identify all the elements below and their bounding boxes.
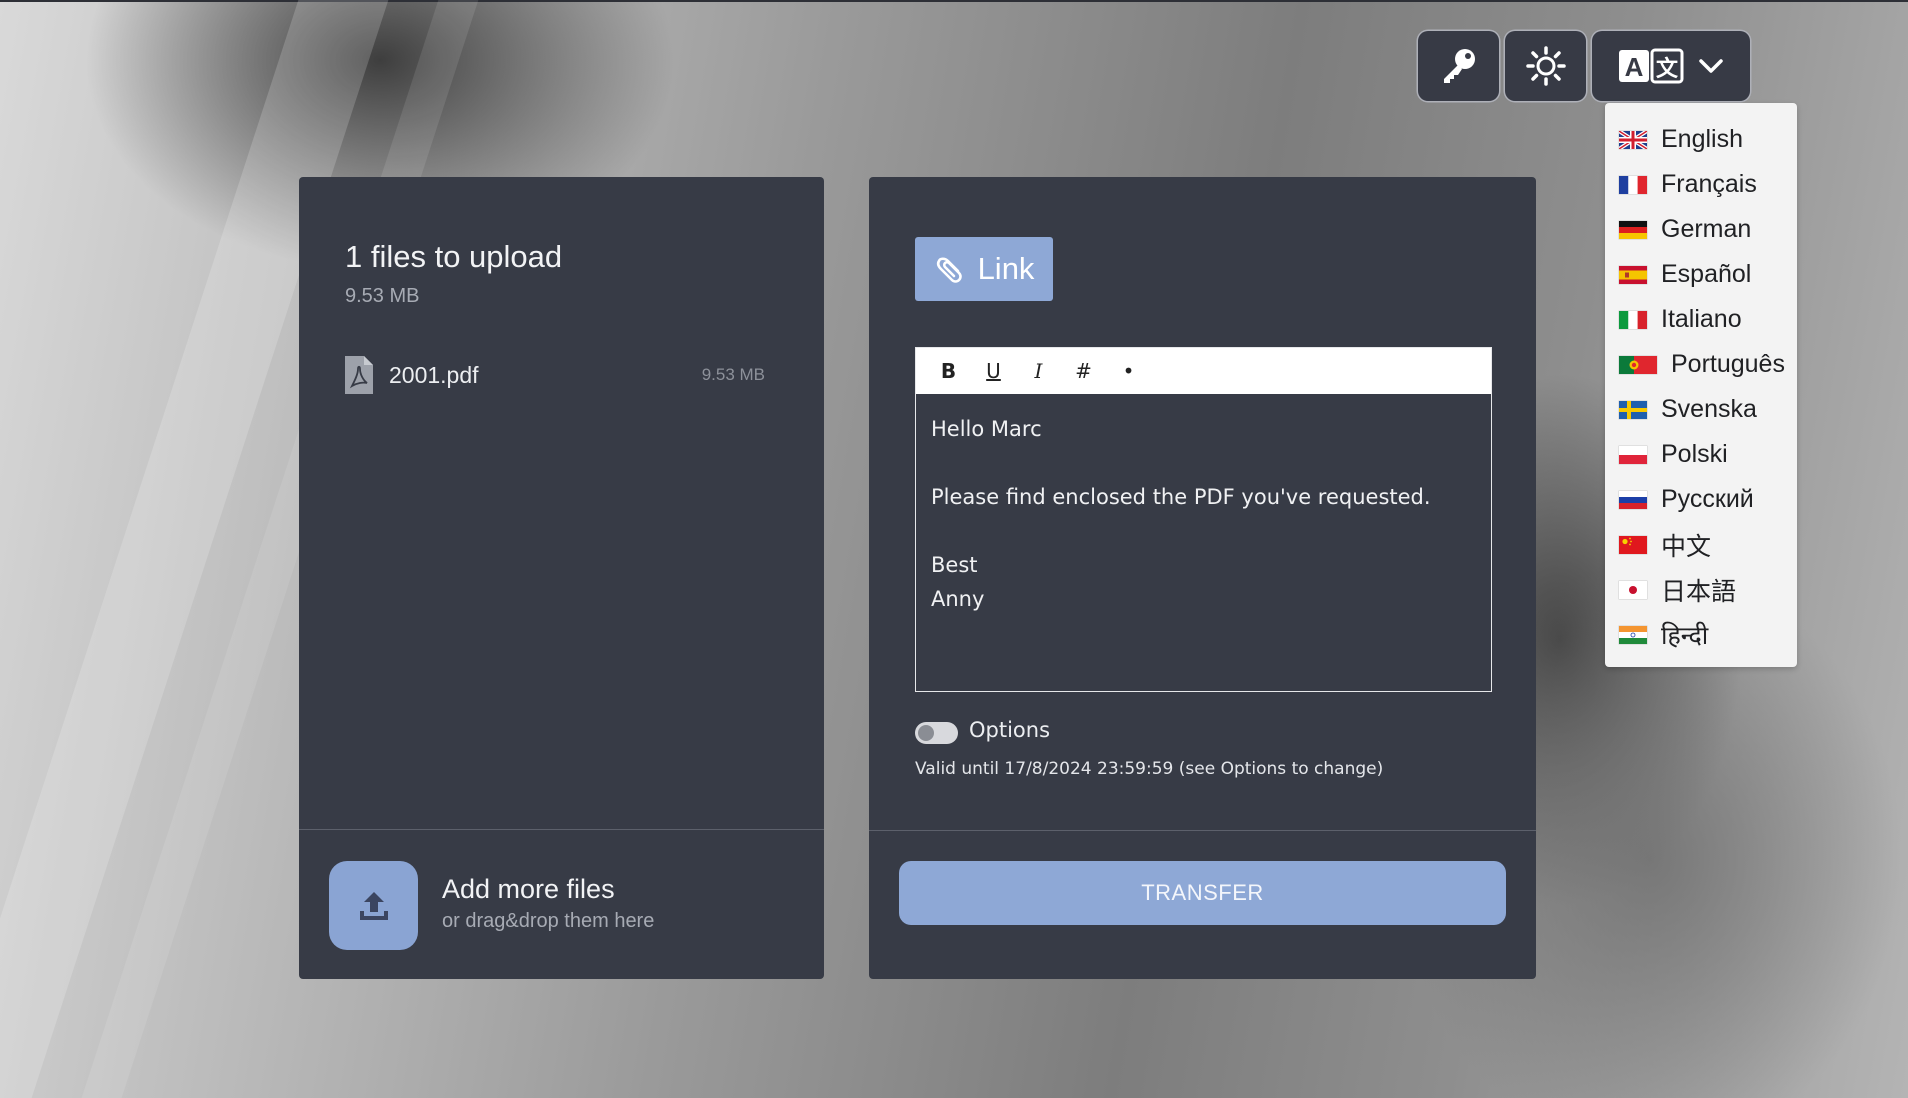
italic-button[interactable]: I <box>1016 359 1061 383</box>
key-icon <box>1443 49 1475 83</box>
svg-text:A: A <box>1625 52 1644 82</box>
transfer-button[interactable]: TRANSFER <box>899 861 1506 925</box>
add-more-files-subtitle: or drag&drop them here <box>442 910 655 932</box>
heading-button[interactable]: # <box>1061 359 1106 383</box>
language-option-german[interactable]: German <box>1605 207 1797 252</box>
language-option-label: Русский <box>1661 485 1754 513</box>
upload-panel: 1 files to upload 9.53 MB 2001.pdf 9.53 … <box>299 177 824 979</box>
panel-divider <box>299 829 824 830</box>
pdf-file-icon <box>345 356 373 394</box>
flag-ru-icon <box>1619 490 1647 509</box>
language-option-label: Español <box>1661 260 1752 288</box>
language-option-label: Polski <box>1661 440 1728 468</box>
chevron-down-icon <box>1699 59 1723 73</box>
message-editor: B U I # • Hello Marc Please find enclose… <box>915 347 1492 692</box>
flag-fr-icon <box>1619 175 1647 194</box>
key-button[interactable] <box>1418 31 1499 101</box>
file-list-item[interactable]: 2001.pdf 9.53 MB <box>345 355 765 395</box>
language-option-label: 中文 <box>1661 532 1712 561</box>
options-toggle[interactable] <box>915 722 958 744</box>
message-line <box>931 514 1491 548</box>
flag-pl-icon <box>1619 445 1647 464</box>
language-option-russian[interactable]: Русский <box>1605 477 1797 522</box>
upload-total-size: 9.53 MB <box>345 285 420 307</box>
message-line <box>931 446 1491 480</box>
bold-button[interactable]: B <box>926 359 971 383</box>
language-option-francais[interactable]: Français <box>1605 162 1797 207</box>
message-line: Hello Marc <box>931 417 1042 441</box>
message-line: Please find enclosed the PDF you've requ… <box>931 485 1431 509</box>
language-option-label: 日本語 <box>1661 577 1737 606</box>
link-mode-label: Link <box>977 251 1035 286</box>
link-mode-button[interactable]: Link <box>915 237 1053 301</box>
language-option-label: Svenska <box>1661 395 1757 423</box>
add-more-files-title[interactable]: Add more files <box>442 874 615 905</box>
language-option-italiano[interactable]: Italiano <box>1605 297 1797 342</box>
language-option-espanol[interactable]: Español <box>1605 252 1797 297</box>
language-option-english[interactable]: English <box>1605 117 1797 162</box>
theme-toggle-button[interactable] <box>1505 31 1586 101</box>
flag-it-icon <box>1619 310 1647 329</box>
translate-icon: A 文 <box>1619 48 1684 84</box>
flag-uk-icon <box>1619 130 1647 149</box>
language-option-label: German <box>1661 215 1752 243</box>
message-line: Anny <box>931 587 985 611</box>
language-option-label: हिन्दी <box>1661 621 1709 650</box>
flag-jp-icon <box>1619 580 1647 599</box>
upload-icon <box>359 891 388 920</box>
options-label[interactable]: Options <box>969 718 1050 742</box>
message-textarea[interactable]: Hello Marc Please find enclosed the PDF … <box>916 394 1491 616</box>
bullet-list-button[interactable]: • <box>1106 359 1151 383</box>
language-option-label: English <box>1661 125 1743 153</box>
underline-button[interactable]: U <box>971 359 1016 383</box>
editor-toolbar: B U I # • <box>916 348 1491 394</box>
language-option-label: Português <box>1671 350 1785 378</box>
flag-es-icon <box>1619 265 1647 284</box>
upload-title: 1 files to upload <box>345 239 563 274</box>
add-more-files-button[interactable] <box>329 861 418 950</box>
language-option-hindi[interactable]: हिन्दी <box>1605 612 1797 657</box>
language-option-japanese[interactable]: 日本語 <box>1605 567 1797 612</box>
language-option-label: Italiano <box>1661 305 1742 333</box>
file-size: 9.53 MB <box>701 365 765 384</box>
language-menu: English Français German Español Italiano… <box>1605 103 1797 667</box>
svg-text:文: 文 <box>1656 56 1679 82</box>
language-selector-button[interactable]: A 文 <box>1592 31 1750 101</box>
flag-in-icon <box>1619 625 1647 644</box>
toggle-knob <box>918 725 934 741</box>
flag-pt-icon <box>1619 355 1657 374</box>
message-line: Best <box>931 553 978 577</box>
file-name: 2001.pdf <box>389 361 479 388</box>
language-option-portugues[interactable]: Português <box>1605 342 1797 387</box>
validity-text: Valid until 17/8/2024 23:59:59 (see Opti… <box>915 759 1384 779</box>
paperclip-icon <box>936 257 962 283</box>
language-option-svenska[interactable]: Svenska <box>1605 387 1797 432</box>
flag-se-icon <box>1619 400 1647 419</box>
panel-divider <box>869 830 1536 831</box>
language-option-label: Français <box>1661 170 1757 198</box>
sun-icon <box>1525 46 1566 86</box>
flag-cn-icon <box>1619 535 1647 554</box>
flag-de-icon <box>1619 220 1647 239</box>
top-border <box>0 0 1908 2</box>
transfer-panel: Link B U I # • Hello Marc Please find en… <box>869 177 1536 979</box>
language-option-chinese[interactable]: 中文 <box>1605 522 1797 567</box>
language-option-polski[interactable]: Polski <box>1605 432 1797 477</box>
